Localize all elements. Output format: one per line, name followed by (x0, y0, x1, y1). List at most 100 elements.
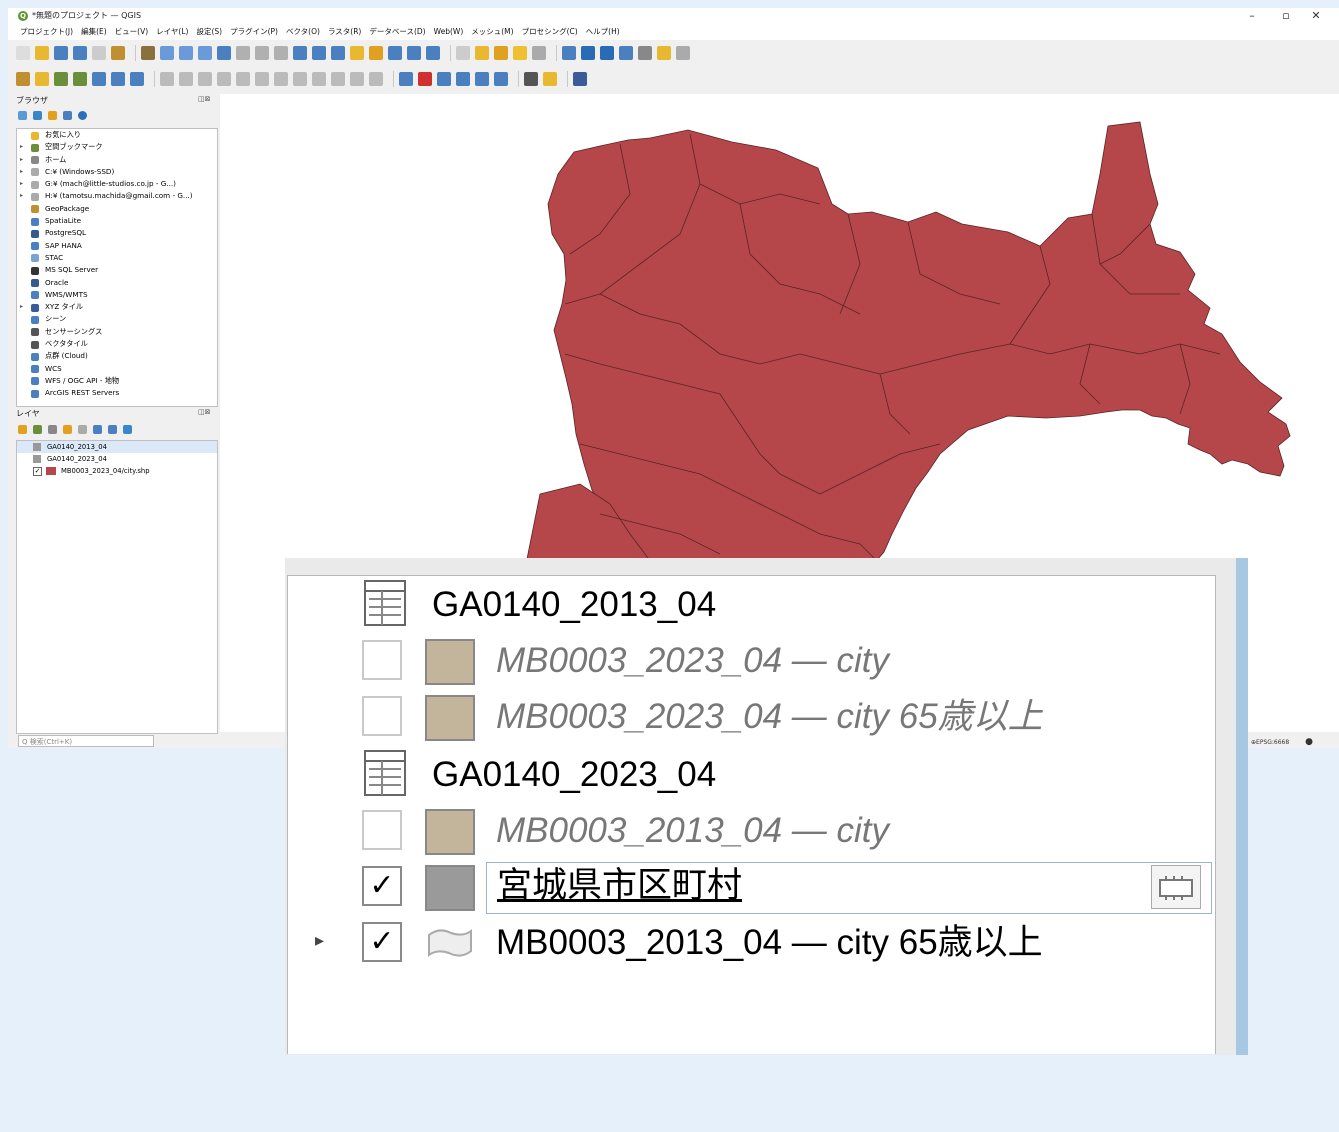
layer-visibility-checkbox[interactable]: ✓ (362, 922, 402, 962)
browser-item[interactable]: ▸ C:¥ (Windows-SSD) (17, 166, 217, 178)
browser-item[interactable]: お気に入り (17, 129, 217, 141)
browser-item[interactable]: STAC (17, 252, 217, 264)
browser-item[interactable]: ▸ G:¥ (mach@little-studios.co.jp - G...) (17, 178, 217, 190)
toolbar-tool-icon[interactable] (456, 72, 470, 86)
messages-icon[interactable]: ● (1305, 737, 1313, 747)
toolbar-tool-icon[interactable] (198, 72, 212, 86)
expand-arrow-icon[interactable]: ▸ (20, 141, 23, 153)
zoom-row-layer-expand[interactable]: ▸ ✓ MB0003_2013_04 — city 65歳以上 (288, 916, 1215, 970)
close-button[interactable]: ✕ (1304, 9, 1328, 23)
menu-item[interactable]: プロセシング(C) (522, 24, 578, 40)
browser-item[interactable]: WCS (17, 363, 217, 375)
browser-item[interactable]: センサーシングス (17, 326, 217, 338)
layer-rename-input[interactable]: 宮城県市区町村 (486, 862, 1212, 914)
toolbar-tool-icon[interactable] (562, 46, 576, 60)
add-group-icon[interactable] (33, 425, 42, 434)
toolbar-tool-icon[interactable] (54, 46, 68, 60)
toolbar-tool-icon[interactable] (331, 72, 345, 86)
menu-item[interactable]: レイヤ(L) (156, 24, 188, 40)
toolbar-tool-icon[interactable] (494, 46, 508, 60)
toolbar-tool-icon[interactable] (475, 72, 489, 86)
toolbar-tool-icon[interactable] (475, 46, 489, 60)
browser-item[interactable]: ▸ ホーム (17, 154, 217, 166)
menu-item[interactable]: Web(W) (434, 24, 464, 40)
toolbar-tool-icon[interactable] (426, 46, 440, 60)
menu-item[interactable]: プロジェクト(J) (20, 24, 73, 40)
toolbar-tool-icon[interactable] (130, 72, 144, 86)
layer-rename-text[interactable]: 宮城県市区町村 (497, 863, 742, 909)
toolbar-tool-icon[interactable] (573, 72, 587, 86)
layers-panel-float-close-icon[interactable]: ◫⊠ (198, 408, 210, 416)
zoom-row-layer[interactable]: MB0003_2013_04 — city (288, 804, 1215, 858)
toolbar-tool-icon[interactable] (369, 46, 383, 60)
toolbar-tool-icon[interactable] (532, 46, 546, 60)
toolbar-tool-icon[interactable] (676, 46, 690, 60)
expand-arrow-icon[interactable]: ▸ (20, 166, 23, 178)
maximize-button[interactable]: ▫ (1274, 9, 1298, 23)
expand-arrow-icon[interactable]: ▸ (20, 190, 23, 202)
toolbar-tool-icon[interactable] (16, 72, 30, 86)
toolbar-tool-icon[interactable] (350, 46, 364, 60)
toolbar-tool-icon[interactable] (494, 72, 508, 86)
browser-item[interactable]: 点群 (Cloud) (17, 350, 217, 362)
refresh-icon[interactable] (33, 111, 42, 120)
layer-visibility-checkbox[interactable] (362, 810, 402, 850)
toolbar-tool-icon[interactable] (141, 46, 155, 60)
toolbar-tool-icon[interactable] (388, 46, 402, 60)
menu-item[interactable]: 編集(E) (81, 24, 107, 40)
toolbar-tool-icon[interactable] (198, 46, 212, 60)
toolbar-tool-icon[interactable] (274, 72, 288, 86)
layer-item[interactable]: ✓ MB0003_2023_04/city.shp (17, 465, 217, 477)
toolbar-tool-icon[interactable] (513, 46, 527, 60)
toolbar-tool-icon[interactable] (312, 46, 326, 60)
toolbar-tool-icon[interactable] (54, 72, 68, 86)
layer-visibility-checkbox[interactable]: ✓ (362, 866, 402, 906)
toolbar-tool-icon[interactable] (369, 72, 383, 86)
remove-layer-icon[interactable] (123, 425, 132, 434)
zoom-row-layer[interactable]: MB0003_2023_04 — city 65歳以上 (288, 690, 1215, 744)
toolbar-tool-icon[interactable] (274, 46, 288, 60)
browser-item[interactable]: ベクタタイル (17, 338, 217, 350)
toolbar-tool-icon[interactable] (399, 72, 413, 86)
toolbar-tool-icon[interactable] (35, 72, 49, 86)
browser-item[interactable]: シーン (17, 313, 217, 325)
toolbar-tool-icon[interactable] (293, 72, 307, 86)
browser-panel-float-close-icon[interactable]: ◫⊠ (198, 95, 210, 103)
layer-visibility-checkbox[interactable] (362, 640, 402, 680)
menu-item[interactable]: プラグイン(P) (230, 24, 278, 40)
filter-legend-icon[interactable] (63, 425, 72, 434)
layer-visibility-checkbox[interactable]: ✓ (33, 467, 42, 476)
menu-item[interactable]: データベース(D) (369, 24, 425, 40)
toolbar-tool-icon[interactable] (111, 72, 125, 86)
toolbar-tool-icon[interactable] (456, 46, 470, 60)
toolbar-tool-icon[interactable] (92, 72, 106, 86)
browser-item[interactable]: PostgreSQL (17, 227, 217, 239)
browser-item[interactable]: Oracle (17, 277, 217, 289)
toolbar-tool-icon[interactable] (16, 46, 30, 60)
toolbar-tool-icon[interactable] (619, 46, 633, 60)
style-manager-icon[interactable] (18, 425, 27, 434)
zoom-row-layer[interactable]: MB0003_2023_04 — city (288, 634, 1215, 688)
toolbar-tool-icon[interactable] (73, 72, 87, 86)
toolbar-tool-icon[interactable] (179, 46, 193, 60)
toolbar-tool-icon[interactable] (236, 46, 250, 60)
browser-item[interactable]: SpatiaLite (17, 215, 217, 227)
layer-item[interactable]: GA0140_2013_04 (17, 441, 217, 453)
toolbar-tool-icon[interactable] (657, 46, 671, 60)
locator-search-input[interactable]: Q 検索(Ctrl+K) (18, 735, 154, 747)
expand-arrow-icon[interactable]: ▸ (20, 178, 23, 190)
toolbar-tool-icon[interactable] (236, 72, 250, 86)
expand-arrow-icon[interactable]: ▸ (20, 154, 23, 166)
zoom-row-group[interactable]: GA0140_2013_04 (288, 578, 1215, 632)
minimize-button[interactable]: – (1240, 9, 1264, 23)
toolbar-tool-icon[interactable] (73, 46, 87, 60)
menu-item[interactable]: ビュー(V) (115, 24, 148, 40)
zoom-row-group[interactable]: GA0140_2023_04 (288, 748, 1215, 802)
toolbar-tool-icon[interactable] (35, 46, 49, 60)
menu-item[interactable]: ベクタ(O) (286, 24, 320, 40)
layer-visibility-checkbox[interactable] (362, 696, 402, 736)
add-selected-layers-icon[interactable] (18, 111, 27, 120)
embedded-widget-button[interactable] (1151, 865, 1201, 909)
toolbar-tool-icon[interactable] (160, 46, 174, 60)
toolbar-tool-icon[interactable] (111, 46, 125, 60)
